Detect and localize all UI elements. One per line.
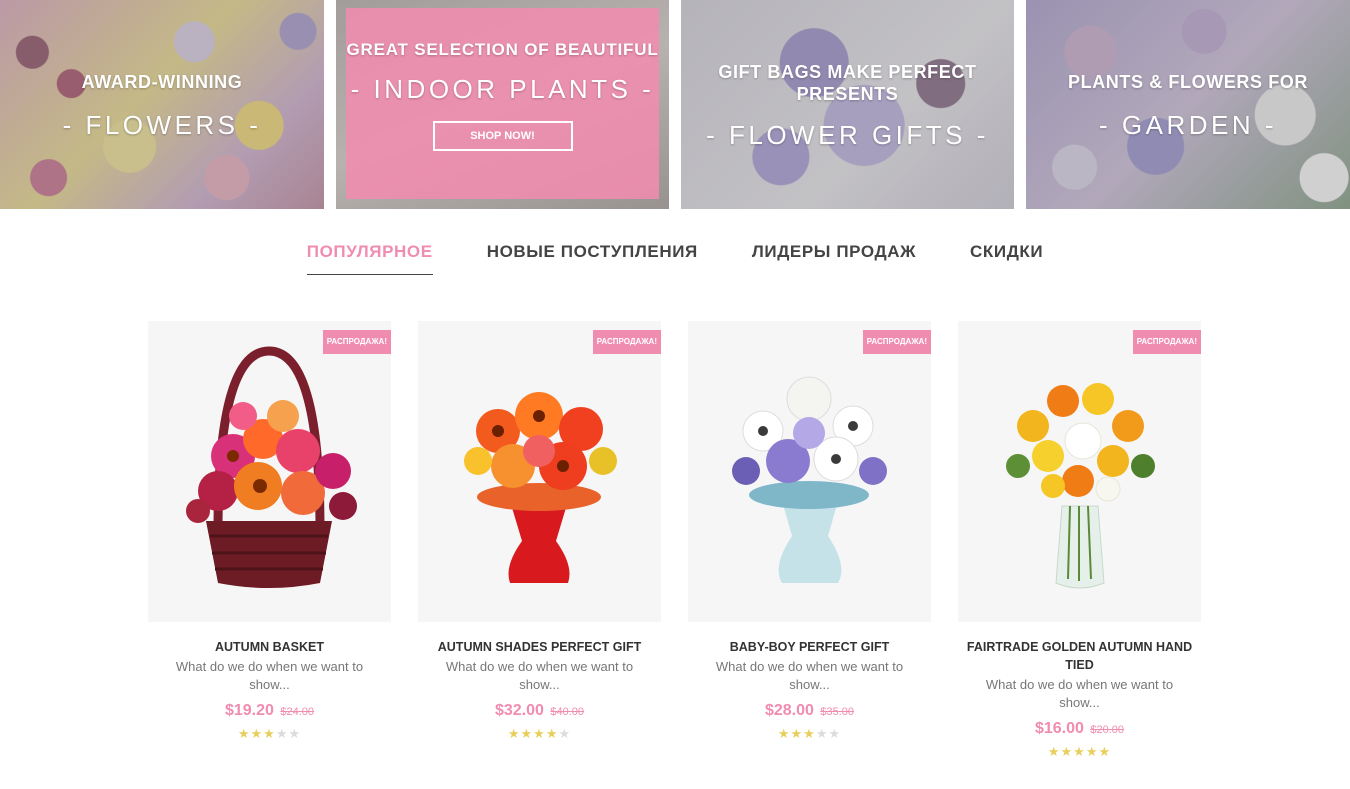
product-title[interactable]: BABY-BOY PERFECT GIFT — [696, 638, 923, 656]
star-filled-icon: ★ — [250, 726, 264, 741]
tab-discounts[interactable]: СКИДКИ — [970, 240, 1043, 275]
star-filled-icon: ★ — [1060, 744, 1074, 759]
sale-badge: РАСПРОДАЖА! — [592, 330, 661, 354]
banner-garden[interactable]: PLANTS & FLOWERS FOR - GARDEN - — [1026, 0, 1350, 209]
flower-vase-icon — [732, 376, 887, 583]
banner-title: - FLOWERS - — [62, 109, 262, 140]
banner-title: - INDOOR PLANTS - — [350, 73, 655, 104]
product-card: РАСПРОДАЖА! BABY-BOY PERFECT GIFT What d… — [688, 321, 931, 742]
product-title[interactable]: AUTUMN SHADES PERFECT GIFT — [426, 638, 653, 656]
product-image[interactable]: РАСПРОДАЖА! — [148, 321, 391, 622]
tab-new-arrivals[interactable]: НОВЫЕ ПОСТУПЛЕНИЯ — [487, 240, 698, 275]
product-price: $16.00 — [1034, 720, 1084, 737]
sale-badge: РАСПРОДАЖА! — [1132, 330, 1201, 354]
tab-bestsellers[interactable]: ЛИДЕРЫ ПРОДАЖ — [752, 240, 916, 275]
banner-subtitle: GIFT BAGS MAKE PERFECT PRESENTS — [718, 61, 977, 104]
product-old-price: $35.00 — [820, 706, 855, 718]
product-card: РАСПРОДАЖА! AUTUMN BASKET What do we do … — [148, 321, 391, 742]
banner-flower-gifts[interactable]: GIFT BAGS MAKE PERFECT PRESENTS - FLOWER… — [681, 0, 1014, 209]
price-row: $16.00 $20.00 — [958, 720, 1201, 738]
product-old-price: $20.00 — [1090, 724, 1125, 736]
star-empty-icon: ★ — [275, 726, 289, 741]
product-description: What do we do when we want to show... — [445, 659, 634, 692]
banner-title: - FLOWER GIFTS - — [706, 119, 989, 150]
product-card: РАСПРОДАЖА! AUTUMN SHADES PERFECT GIFT W… — [418, 321, 661, 742]
star-empty-icon: ★ — [288, 726, 302, 741]
price-row: $28.00 $35.00 — [688, 702, 931, 720]
star-filled-icon: ★ — [520, 726, 534, 741]
product-title[interactable]: AUTUMN BASKET — [156, 638, 383, 656]
tab-popular[interactable]: ПОПУЛЯРНОЕ — [306, 240, 433, 275]
rating-stars: ★★★★★ — [688, 726, 931, 742]
rating-stars: ★★★★★ — [148, 726, 391, 742]
product-price: $19.20 — [224, 702, 274, 719]
flower-hand-tied-icon — [1006, 383, 1155, 589]
banner-subtitle: GREAT SELECTION OF BEAUTIFUL — [346, 39, 659, 59]
star-filled-icon: ★ — [790, 726, 804, 741]
product-image[interactable]: РАСПРОДАЖА! — [418, 321, 661, 622]
product-description: What do we do when we want to show... — [715, 659, 904, 692]
star-filled-icon: ★ — [777, 726, 791, 741]
banner-flowers[interactable]: AWARD-WINNING - FLOWERS - — [0, 0, 324, 209]
star-filled-icon: ★ — [545, 726, 559, 741]
shop-now-button[interactable]: SHOP NOW! — [432, 120, 573, 151]
sale-badge: РАСПРОДАЖА! — [862, 330, 931, 354]
rating-stars: ★★★★★ — [958, 744, 1201, 760]
star-empty-icon: ★ — [815, 726, 829, 741]
product-description: What do we do when we want to show... — [985, 677, 1174, 710]
product-old-price: $24.00 — [280, 706, 315, 718]
rating-stars: ★★★★★ — [418, 726, 661, 742]
star-filled-icon: ★ — [1085, 744, 1099, 759]
star-filled-icon: ★ — [237, 726, 251, 741]
star-filled-icon: ★ — [1073, 744, 1086, 759]
star-empty-icon: ★ — [828, 726, 842, 741]
star-filled-icon: ★ — [1047, 744, 1061, 759]
banner-title: - GARDEN - — [1099, 109, 1277, 140]
product-description: What do we do when we want to show... — [175, 659, 364, 692]
banner-indoor-plants[interactable]: GREAT SELECTION OF BEAUTIFUL - INDOOR PL… — [336, 0, 669, 209]
product-card: РАСПРОДАЖА! FAIRTRADE GOLDEN AUTUMN HAND… — [958, 321, 1201, 760]
product-old-price: $40.00 — [550, 706, 585, 718]
flower-bouquet-icon — [464, 392, 617, 583]
product-title[interactable]: FAIRTRADE GOLDEN AUTUMN HAND TIED — [966, 638, 1193, 674]
star-filled-icon: ★ — [803, 726, 816, 741]
star-filled-icon: ★ — [263, 726, 276, 741]
promo-banners: AWARD-WINNING - FLOWERS - GREAT SELECTIO… — [0, 0, 1350, 209]
star-filled-icon: ★ — [1098, 744, 1112, 759]
product-price: $32.00 — [494, 702, 544, 719]
product-price: $28.00 — [764, 702, 814, 719]
price-row: $19.20 $24.00 — [148, 702, 391, 720]
price-row: $32.00 $40.00 — [418, 702, 661, 720]
product-image[interactable]: РАСПРОДАЖА! — [958, 321, 1201, 622]
product-tabs: ПОПУЛЯРНОЕ НОВЫЕ ПОСТУПЛЕНИЯ ЛИДЕРЫ ПРОД… — [0, 240, 1350, 275]
sale-badge: РАСПРОДАЖА! — [322, 330, 391, 354]
banner-subtitle: AWARD-WINNING — [81, 71, 243, 92]
flower-basket-icon — [186, 346, 357, 588]
banner-subtitle: PLANTS & FLOWERS FOR — [1068, 71, 1308, 92]
star-filled-icon: ★ — [507, 726, 521, 741]
star-filled-icon: ★ — [533, 726, 546, 741]
product-image[interactable]: РАСПРОДАЖА! — [688, 321, 931, 622]
star-empty-icon: ★ — [558, 726, 572, 741]
